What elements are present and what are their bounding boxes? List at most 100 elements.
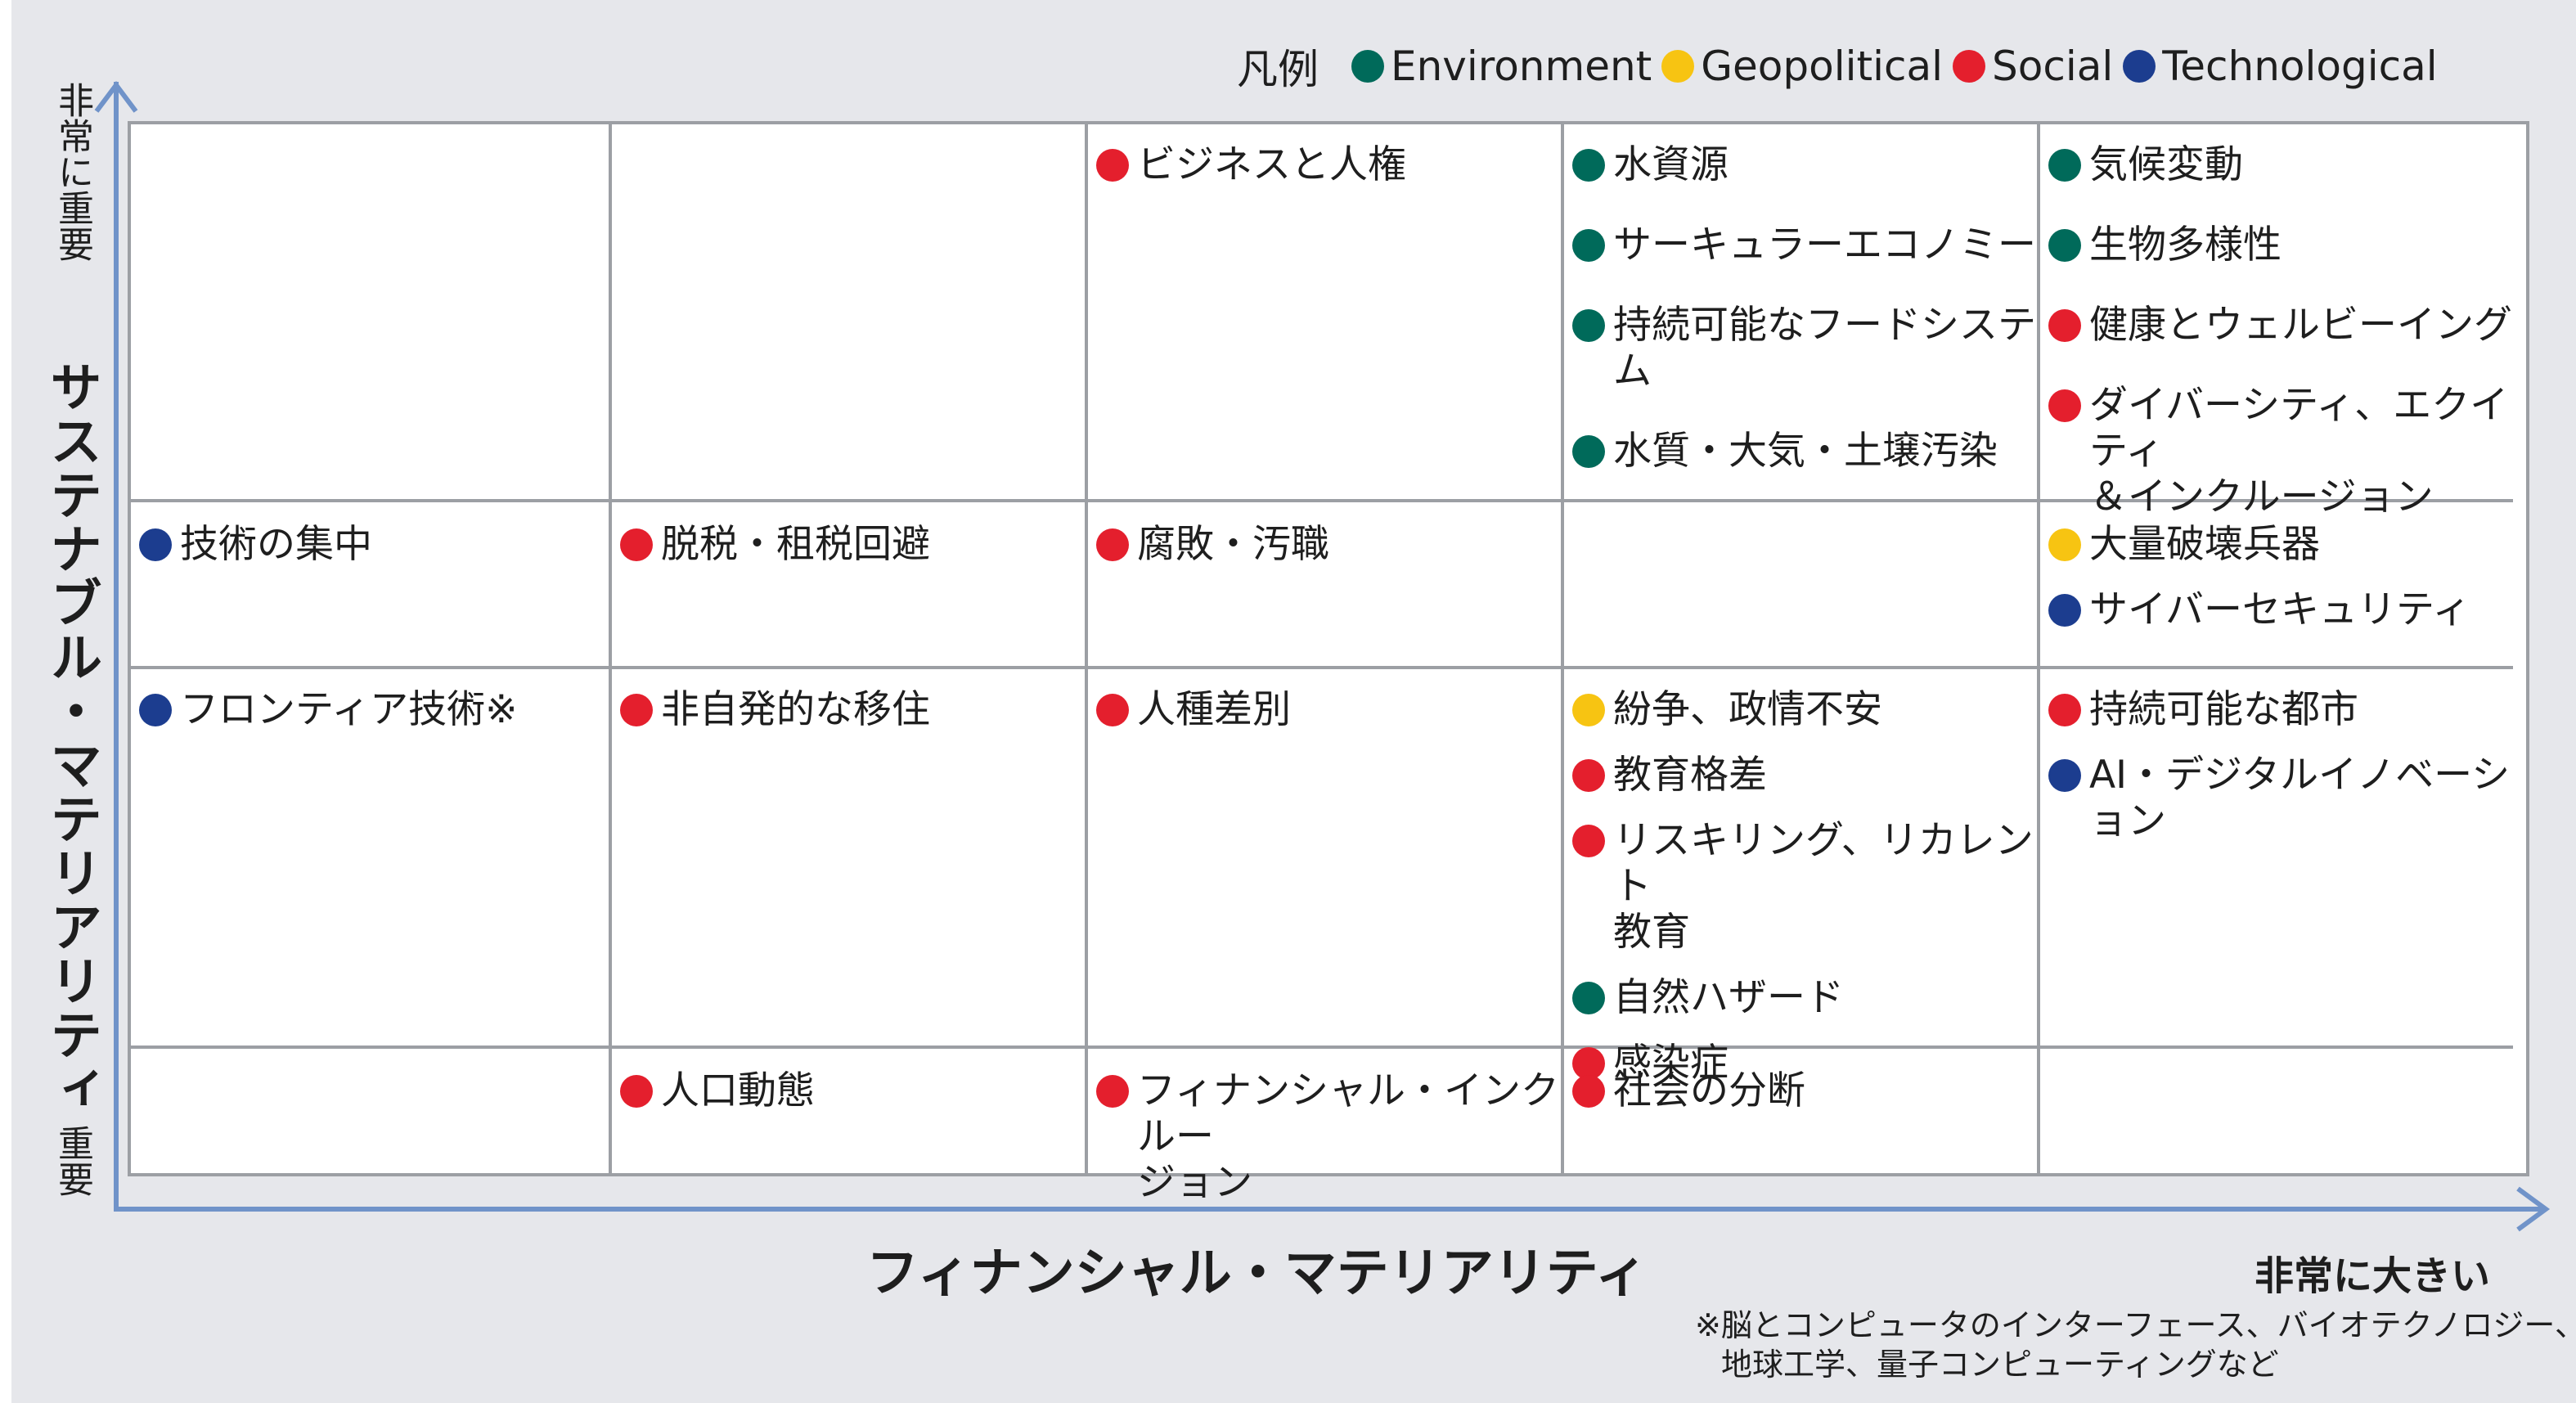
materiality-item-label: フロンティア技術※	[180, 687, 518, 732]
y-axis-title: サステナブル・マテリアリティ	[41, 360, 101, 1116]
materiality-item-label: 気候変動	[2089, 142, 2243, 187]
category-dot-environment	[2048, 229, 2081, 262]
materiality-item: 大量破壊兵器	[2048, 522, 2513, 568]
materiality-item: 教育格差	[1572, 753, 2037, 798]
y-axis-low-label: 重要	[52, 1125, 93, 1197]
grid-cell-r4-c4: 社会の分断	[1564, 1049, 2040, 1173]
category-dot-social	[620, 694, 653, 726]
grid-cell-r4-c5	[2040, 1049, 2513, 1173]
materiality-item: AI・デジタルイノベーション	[2048, 753, 2513, 844]
materiality-item-label: 持続可能な都市	[2089, 687, 2358, 732]
grid-cell-r3-c4: 紛争、政情不安 教育格差 リスキリング、リカレント 教育 自然ハザード 感染症	[1564, 669, 2040, 1086]
grid-cell-r1-c5: 気候変動生物多様性健康とウェルビーイングダイバーシティ、エクイティ ＆インクルー…	[2040, 124, 2513, 519]
grid-cell-r4-c2: 人口動態	[612, 1049, 1088, 1173]
materiality-item-label: 人種差別	[1137, 687, 1291, 732]
materiality-item: サイバーセキュリティ	[2048, 587, 2513, 633]
category-dot-social	[1096, 694, 1129, 726]
materiality-item: 人種差別	[1096, 687, 1561, 733]
materiality-item: 技術の集中	[139, 522, 609, 568]
materiality-item: 人口動態	[620, 1068, 1085, 1114]
category-dot-social	[1096, 1075, 1129, 1108]
grid-cell-r2-c3: 腐敗・汚職	[1088, 502, 1564, 669]
category-dot-social	[1096, 528, 1129, 561]
category-dot-social	[1572, 759, 1605, 792]
category-dot-environment	[1572, 149, 1605, 182]
category-dot-technological	[2048, 594, 2081, 627]
materiality-item-label: 健康とウェルビーイング	[2089, 303, 2512, 348]
materiality-item-label: リスキリング、リカレント 教育	[1613, 818, 2034, 955]
materiality-item-label: 技術の集中	[180, 522, 372, 567]
materiality-item: リスキリング、リカレント 教育	[1572, 818, 2037, 956]
materiality-item-label: ダイバーシティ、エクイティ ＆インクルージョン	[2089, 383, 2509, 519]
grid-cell-r3-c3: 人種差別	[1088, 669, 1564, 1049]
materiality-item: 社会の分断	[1572, 1068, 2037, 1114]
category-dot-social	[2048, 309, 2081, 342]
category-dot-environment	[1572, 435, 1605, 468]
category-dot-technological	[2048, 759, 2081, 792]
materiality-item: 紛争、政情不安	[1572, 687, 2037, 733]
category-dot-social	[2048, 694, 2081, 726]
materiality-item-label: 自然ハザード	[1613, 975, 1844, 1020]
materiality-item: 気候変動	[2048, 142, 2513, 188]
materiality-item-label: 紛争、政情不安	[1613, 687, 1882, 732]
x-axis-title: フィナンシャル・マテリアリティ	[866, 1243, 1648, 1304]
grid-cell-r4-c3: フィナンシャル・インクルー ジョン	[1088, 1049, 1564, 1205]
category-dot-technological	[139, 528, 172, 561]
materiality-item: フィナンシャル・インクルー ジョン	[1096, 1068, 1561, 1206]
y-axis-high-label: 非常に重要	[52, 82, 93, 262]
category-dot-geopolitical	[2048, 528, 2081, 561]
grid-cell-r1-c1	[131, 124, 612, 502]
materiality-item-label: 社会の分断	[1613, 1068, 1805, 1113]
materiality-item-label: 教育格差	[1613, 753, 1767, 798]
grid-cell-r3-c2: 非自発的な移住	[612, 669, 1088, 1049]
materiality-item: 水質・大気・土壌汚染	[1572, 429, 2037, 474]
materiality-item: フロンティア技術※	[139, 687, 609, 733]
category-dot-environment	[2048, 149, 2081, 182]
materiality-item: 脱税・租税回避	[620, 522, 1085, 568]
grid-cell-r4-c1	[131, 1049, 612, 1173]
category-dot-environment	[1572, 229, 1605, 262]
materiality-item: 水資源	[1572, 142, 2037, 188]
category-dot-social	[1572, 825, 1605, 857]
materiality-item-label: フィナンシャル・インクルー ジョン	[1137, 1068, 1560, 1205]
category-dot-social	[1572, 1075, 1605, 1108]
materiality-item: サーキュラーエコノミー	[1572, 223, 2037, 268]
materiality-item-label: 非自発的な移住	[661, 687, 930, 732]
footnote-line-1: ※脳とコンピュータのインターフェース、バイオテクノロジー、	[1695, 1307, 2576, 1343]
materiality-item: 腐敗・汚職	[1096, 522, 1561, 568]
materiality-item-label: 腐敗・汚職	[1137, 522, 1329, 567]
materiality-grid: ビジネスと人権 水資源サーキュラーエコノミー持続可能なフードシステム水質・大気・土…	[128, 121, 2529, 1205]
materiality-item: 自然ハザード	[1572, 975, 2037, 1021]
grid-cell-r2-c4	[1564, 502, 2040, 669]
x-axis-high-label: 非常に大きい	[2255, 1253, 2491, 1299]
materiality-item-label: サイバーセキュリティ	[2089, 587, 2471, 632]
materiality-item-label: AI・デジタルイノベーション	[2089, 753, 2511, 843]
grid-cell-r1-c3: ビジネスと人権	[1088, 124, 1564, 502]
materiality-item: ビジネスと人権	[1096, 142, 1561, 188]
footnote-line-2: 地球工学、量子コンピューティングなど	[1721, 1347, 2279, 1383]
materiality-item: ダイバーシティ、エクイティ ＆インクルージョン	[2048, 383, 2513, 520]
category-dot-social	[620, 528, 653, 561]
grid-cell-r3-c1: フロンティア技術※	[131, 669, 612, 1049]
materiality-item: 非自発的な移住	[620, 687, 1085, 733]
grid-cell-r1-c4: 水資源サーキュラーエコノミー持続可能なフードシステム水質・大気・土壌汚染	[1564, 124, 2040, 502]
category-dot-geopolitical	[1572, 694, 1605, 726]
grid-cell-r1-c2	[612, 124, 1088, 502]
materiality-item: 健康とウェルビーイング	[2048, 303, 2513, 349]
category-dot-social	[1096, 149, 1129, 182]
grid-cell-r2-c1: 技術の集中	[131, 502, 612, 669]
materiality-item: 生物多様性	[2048, 223, 2513, 268]
materiality-item-label: 人口動態	[661, 1068, 815, 1113]
materiality-map: 凡例 Environment Geopolitical Social Techn…	[11, 0, 2576, 1403]
materiality-item-label: 大量破壊兵器	[2089, 522, 2320, 567]
materiality-item-label: 脱税・租税回避	[661, 522, 930, 567]
category-dot-technological	[139, 694, 172, 726]
materiality-item-label: ビジネスと人権	[1137, 142, 1406, 187]
materiality-item-label: 生物多様性	[2089, 223, 2282, 268]
materiality-item-label: サーキュラーエコノミー	[1613, 223, 2036, 268]
grid-cell-r3-c5: 持続可能な都市 AI・デジタルイノベーション	[2040, 669, 2513, 1049]
materiality-item-label: 水質・大気・土壌汚染	[1613, 429, 1998, 474]
category-dot-environment	[1572, 982, 1605, 1014]
materiality-item-label: 水資源	[1613, 142, 1729, 187]
materiality-item-label: 持続可能なフードシステム	[1613, 303, 2036, 393]
